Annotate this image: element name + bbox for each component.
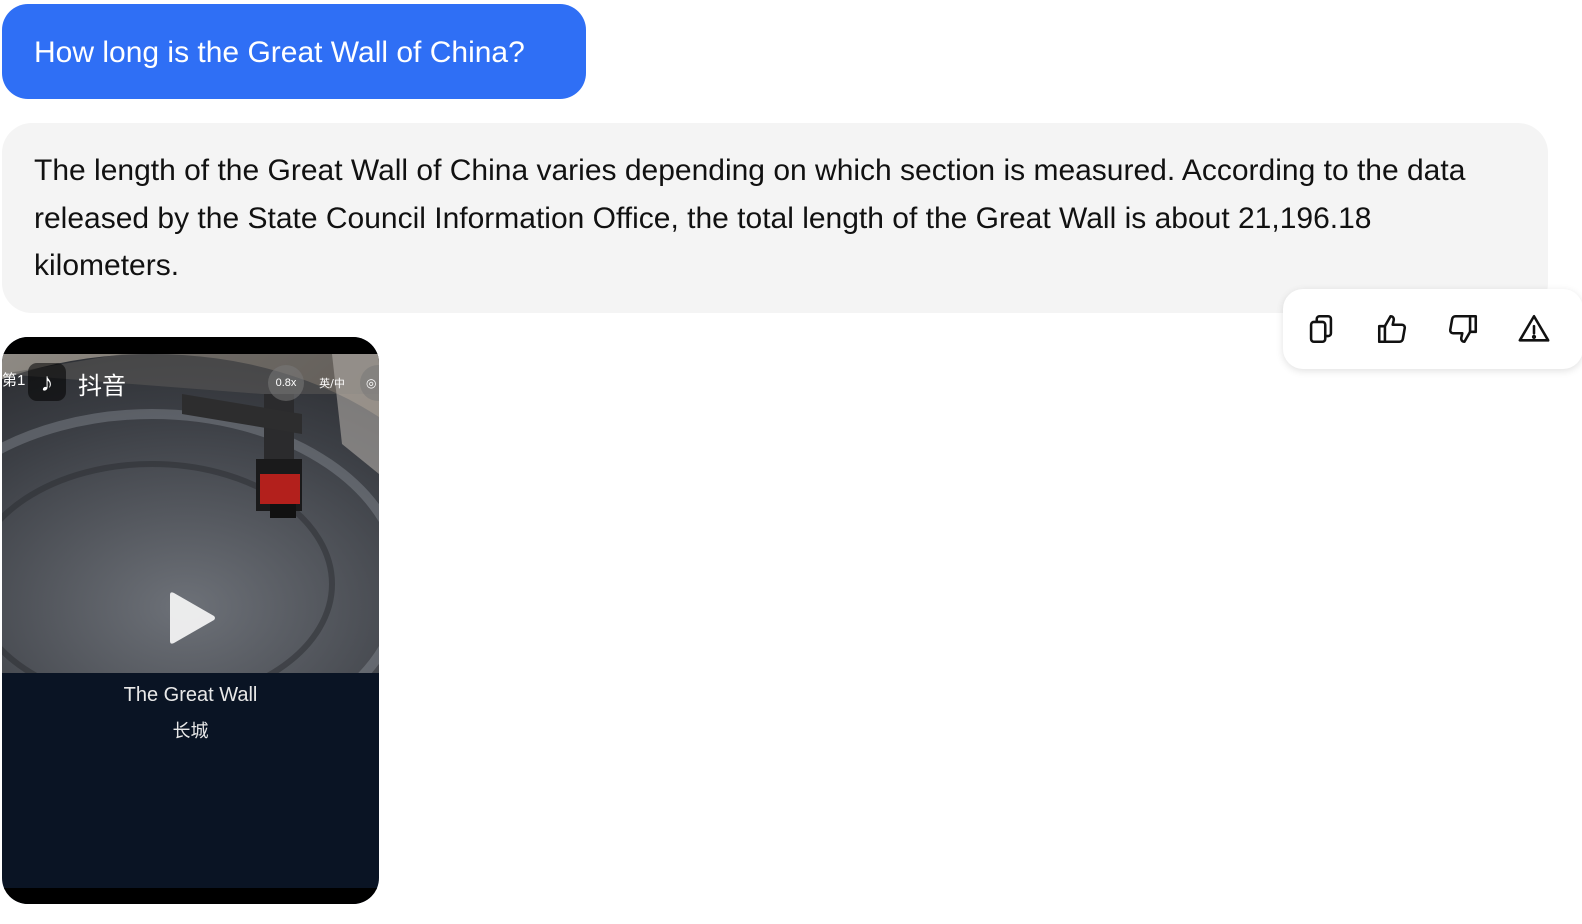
copy-button[interactable] xyxy=(1301,309,1341,349)
thumbs-down-icon xyxy=(1448,314,1478,344)
assistant-message-text: The length of the Great Wall of China va… xyxy=(34,154,1466,282)
video-bottom-letterbox xyxy=(2,888,379,904)
eye-icon: ◎ xyxy=(366,376,377,390)
chat-thread: How long is the Great Wall of China? The… xyxy=(0,0,1582,924)
video-caption-chinese: 长城 xyxy=(172,721,209,742)
view-toggle-button[interactable]: ◎ xyxy=(360,365,379,401)
user-message-bubble: How long is the Great Wall of China? xyxy=(2,4,586,99)
playback-speed-label: 0.8x xyxy=(275,377,297,389)
report-warning-icon xyxy=(1518,314,1550,342)
subtitle-language-label: 英/中 xyxy=(319,377,345,390)
play-icon[interactable] xyxy=(168,590,218,646)
video-top-letterbox xyxy=(2,337,379,354)
episode-label: 第1 xyxy=(2,372,26,389)
like-button[interactable] xyxy=(1372,309,1412,349)
assistant-message-bubble: The length of the Great Wall of China va… xyxy=(2,123,1548,313)
copy-icon xyxy=(1309,314,1333,344)
report-button[interactable] xyxy=(1514,309,1554,349)
subtitle-language-button[interactable]: 英/中 xyxy=(310,365,354,401)
video-caption-english: The Great Wall xyxy=(123,684,258,706)
video-overlay-header: 第1 ♪ 抖音 0.8x 英/中 ◎ xyxy=(2,361,379,401)
playback-speed-button[interactable]: 0.8x xyxy=(268,365,304,401)
app-name-label: 抖音 xyxy=(78,372,126,400)
message-action-bar xyxy=(1283,289,1582,369)
dislike-button[interactable] xyxy=(1443,309,1483,349)
thumbs-up-icon xyxy=(1377,314,1407,344)
tiktok-icon: ♪ xyxy=(28,363,66,401)
video-card[interactable]: 第1 ♪ 抖音 0.8x 英/中 ◎ The Great Wall 长城 xyxy=(2,337,379,904)
user-message-text: How long is the Great Wall of China? xyxy=(34,36,525,69)
